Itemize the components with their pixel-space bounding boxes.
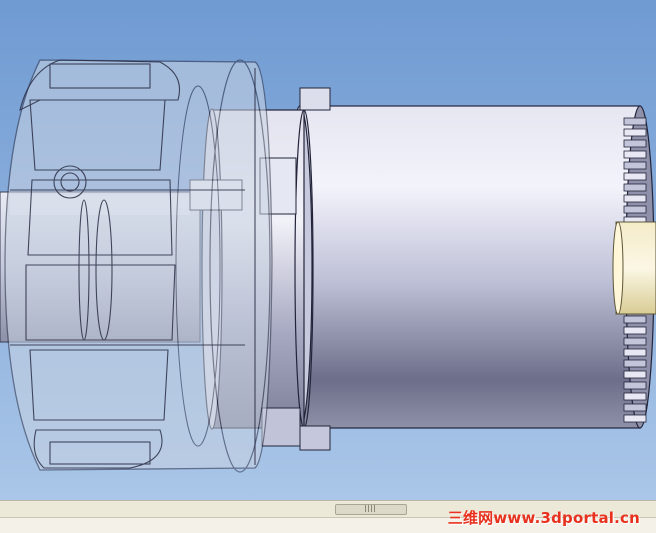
spline-tooth <box>624 184 646 191</box>
transparent-gear-carrier[interactable] <box>5 60 272 472</box>
spline-tooth <box>624 173 646 180</box>
spline-tooth <box>624 360 646 367</box>
spline-tooth <box>624 404 646 411</box>
spline-tooth <box>624 140 646 147</box>
grip-icon <box>365 505 375 512</box>
spline-tooth <box>624 415 646 422</box>
spline-tooth <box>624 382 646 389</box>
spline-tooth <box>624 195 646 202</box>
spline-tooth <box>624 118 646 125</box>
model-scene[interactable] <box>0 0 656 500</box>
spline-tooth <box>624 162 646 169</box>
spline-tooth <box>624 151 646 158</box>
spline-tooth <box>624 316 646 323</box>
shaft-tip <box>613 222 656 314</box>
spline-tooth <box>624 393 646 400</box>
spline-tooth <box>624 338 646 345</box>
cad-viewport[interactable] <box>0 0 656 500</box>
watermark-text: 三维网www.3dportal.cn <box>448 507 640 528</box>
spline-tooth <box>624 327 646 334</box>
main-cylinder[interactable] <box>288 106 654 428</box>
spline-tooth <box>624 129 646 136</box>
spline-tooth <box>624 206 646 213</box>
spline-tooth <box>624 371 646 378</box>
spline-tooth <box>624 349 646 356</box>
